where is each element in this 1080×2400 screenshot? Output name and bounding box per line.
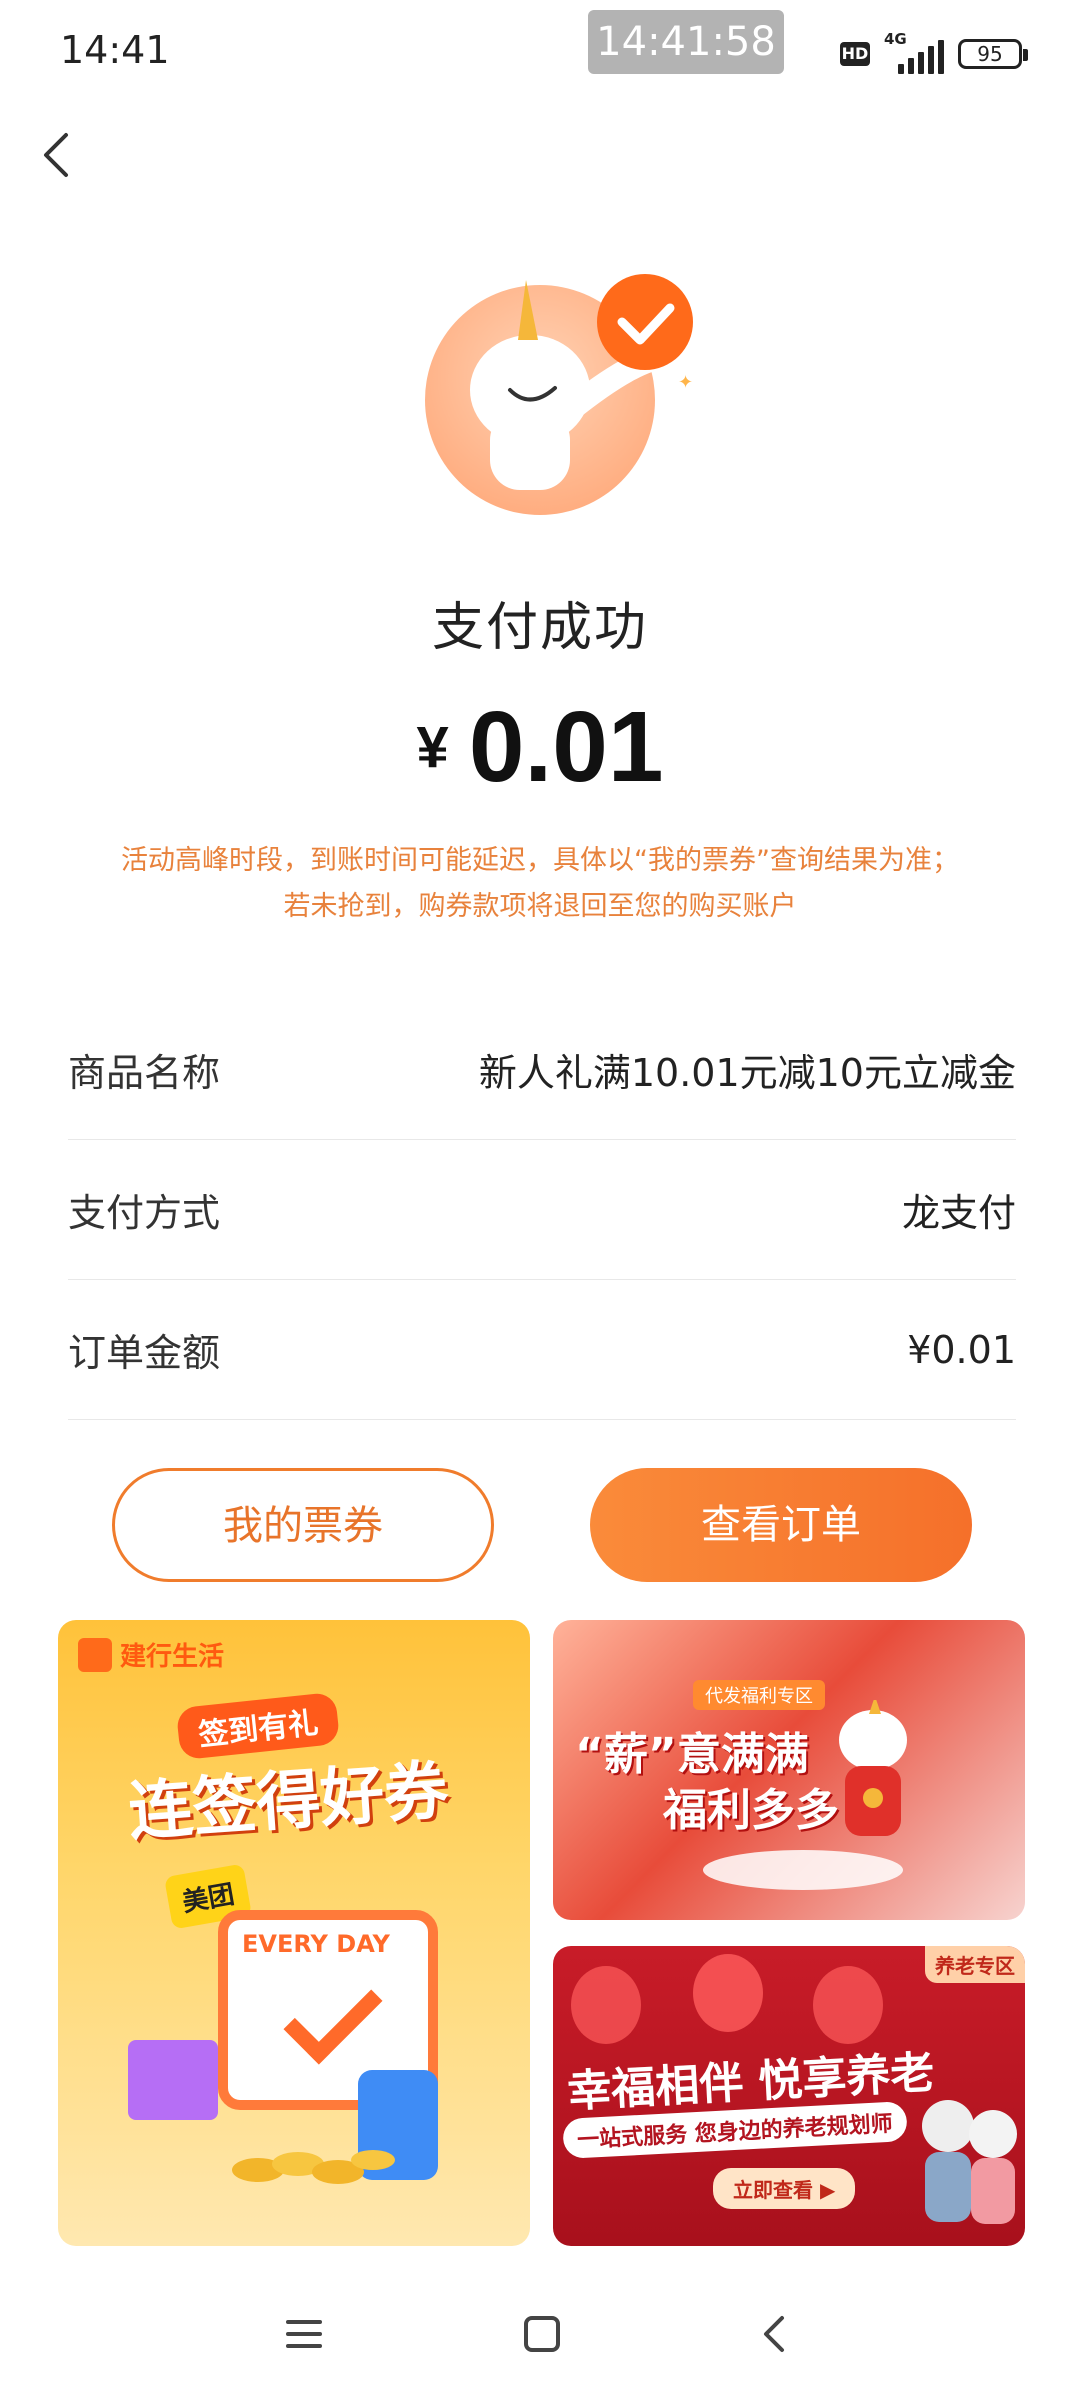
page-title: 支付成功	[431, 598, 648, 658]
brand-logo: 建行生活	[78, 1636, 224, 1673]
back-button[interactable]	[30, 125, 90, 185]
detail-row-payment-method: 支付方式 龙支付	[68, 1140, 1016, 1280]
calendar-text: EVERY DAY	[242, 1930, 390, 1958]
order-detail-list: 商品名称 新人礼满10.01元减10元立减金 支付方式 龙支付 订单金额 ¥0.…	[68, 1000, 1016, 1420]
lantern-icon	[813, 1966, 883, 2044]
signal-icon: 4G	[884, 30, 944, 74]
my-tickets-button[interactable]: 我的票券	[112, 1468, 494, 1582]
chevron-left-icon	[44, 133, 68, 177]
status-bar: 14:41 14:41:58 HD 4G 95	[0, 0, 1080, 100]
notice-line-1: 活动高峰时段，到账时间可能延迟，具体以“我的票券”查询结果为准；	[121, 845, 959, 876]
salary-welfare-banner[interactable]: 代发福利专区 “薪”意满满 福利多多	[553, 1620, 1025, 1920]
status-icons: HD 4G 95	[840, 30, 1028, 74]
detail-value: 龙支付	[901, 1191, 1016, 1235]
menu-icon[interactable]	[280, 2310, 328, 2358]
elderly-care-banner[interactable]: 养老专区 幸福相伴 悦享养老 一站式服务 您身边的养老规划师 立即查看 ▶	[553, 1946, 1025, 2246]
detail-row-order-amount: 订单金额 ¥0.01	[68, 1280, 1016, 1420]
brand-name: 建行生活	[120, 1642, 225, 1672]
system-nav-bar	[0, 2290, 1080, 2390]
sign-in-promo-banner[interactable]: 建行生活 签到有礼 连签得好券 美团 EVERY DAY	[58, 1620, 530, 2246]
promo-tag: 代发福利专区	[693, 1680, 825, 1710]
mascot-icon	[839, 1700, 907, 1836]
detail-label: 订单金额	[68, 1331, 221, 1375]
gift-icon	[128, 2040, 218, 2120]
detail-value: 新人礼满10.01元减10元立减金	[478, 1051, 1016, 1095]
coins-icon	[232, 2150, 395, 2184]
lantern-icon	[693, 1954, 763, 2032]
detail-label: 商品名称	[68, 1051, 221, 1095]
view-now-button[interactable]: 立即查看 ▶	[713, 2168, 856, 2209]
battery-icon: 95	[958, 39, 1028, 69]
check-icon	[283, 1965, 383, 2065]
notice-text: 活动高峰时段，到账时间可能延迟，具体以“我的票券”查询结果为准； 若未抢到，购券…	[60, 838, 1020, 930]
currency-symbol: ¥	[416, 715, 449, 780]
promo-heading-line-1: “薪”意满满	[575, 1729, 809, 1780]
detail-label: 支付方式	[68, 1191, 221, 1235]
back-icon[interactable]	[752, 2310, 800, 2358]
detail-value: ¥0.01	[907, 1327, 1016, 1372]
view-order-button[interactable]: 查看订单	[590, 1468, 972, 1582]
hd-icon: HD	[840, 42, 870, 66]
notice-line-2: 若未抢到，购券款项将退回至您的购买账户	[283, 891, 797, 922]
zone-tag: 养老专区	[925, 1946, 1025, 1983]
brand-logo-icon	[78, 1637, 112, 1672]
detail-row-product: 商品名称 新人礼满10.01元减10元立减金	[68, 1000, 1016, 1140]
promo-heading-line-2: 福利多多	[663, 1785, 839, 1836]
svg-text:✦: ✦	[678, 372, 693, 393]
network-type: 4G	[884, 30, 907, 48]
promo-heading: 连签得好券	[126, 1753, 451, 1851]
status-time: 14:41	[60, 28, 170, 72]
elderly-couple-icon	[922, 2100, 1017, 2224]
home-icon[interactable]	[518, 2310, 566, 2358]
clock-overlay: 14:41:58	[588, 10, 784, 74]
lantern-icon	[571, 1966, 641, 2044]
payment-amount: ¥0.01	[0, 690, 1080, 805]
amount-value: 0.01	[468, 691, 664, 803]
success-mascot-illustration: ✦	[420, 260, 700, 520]
